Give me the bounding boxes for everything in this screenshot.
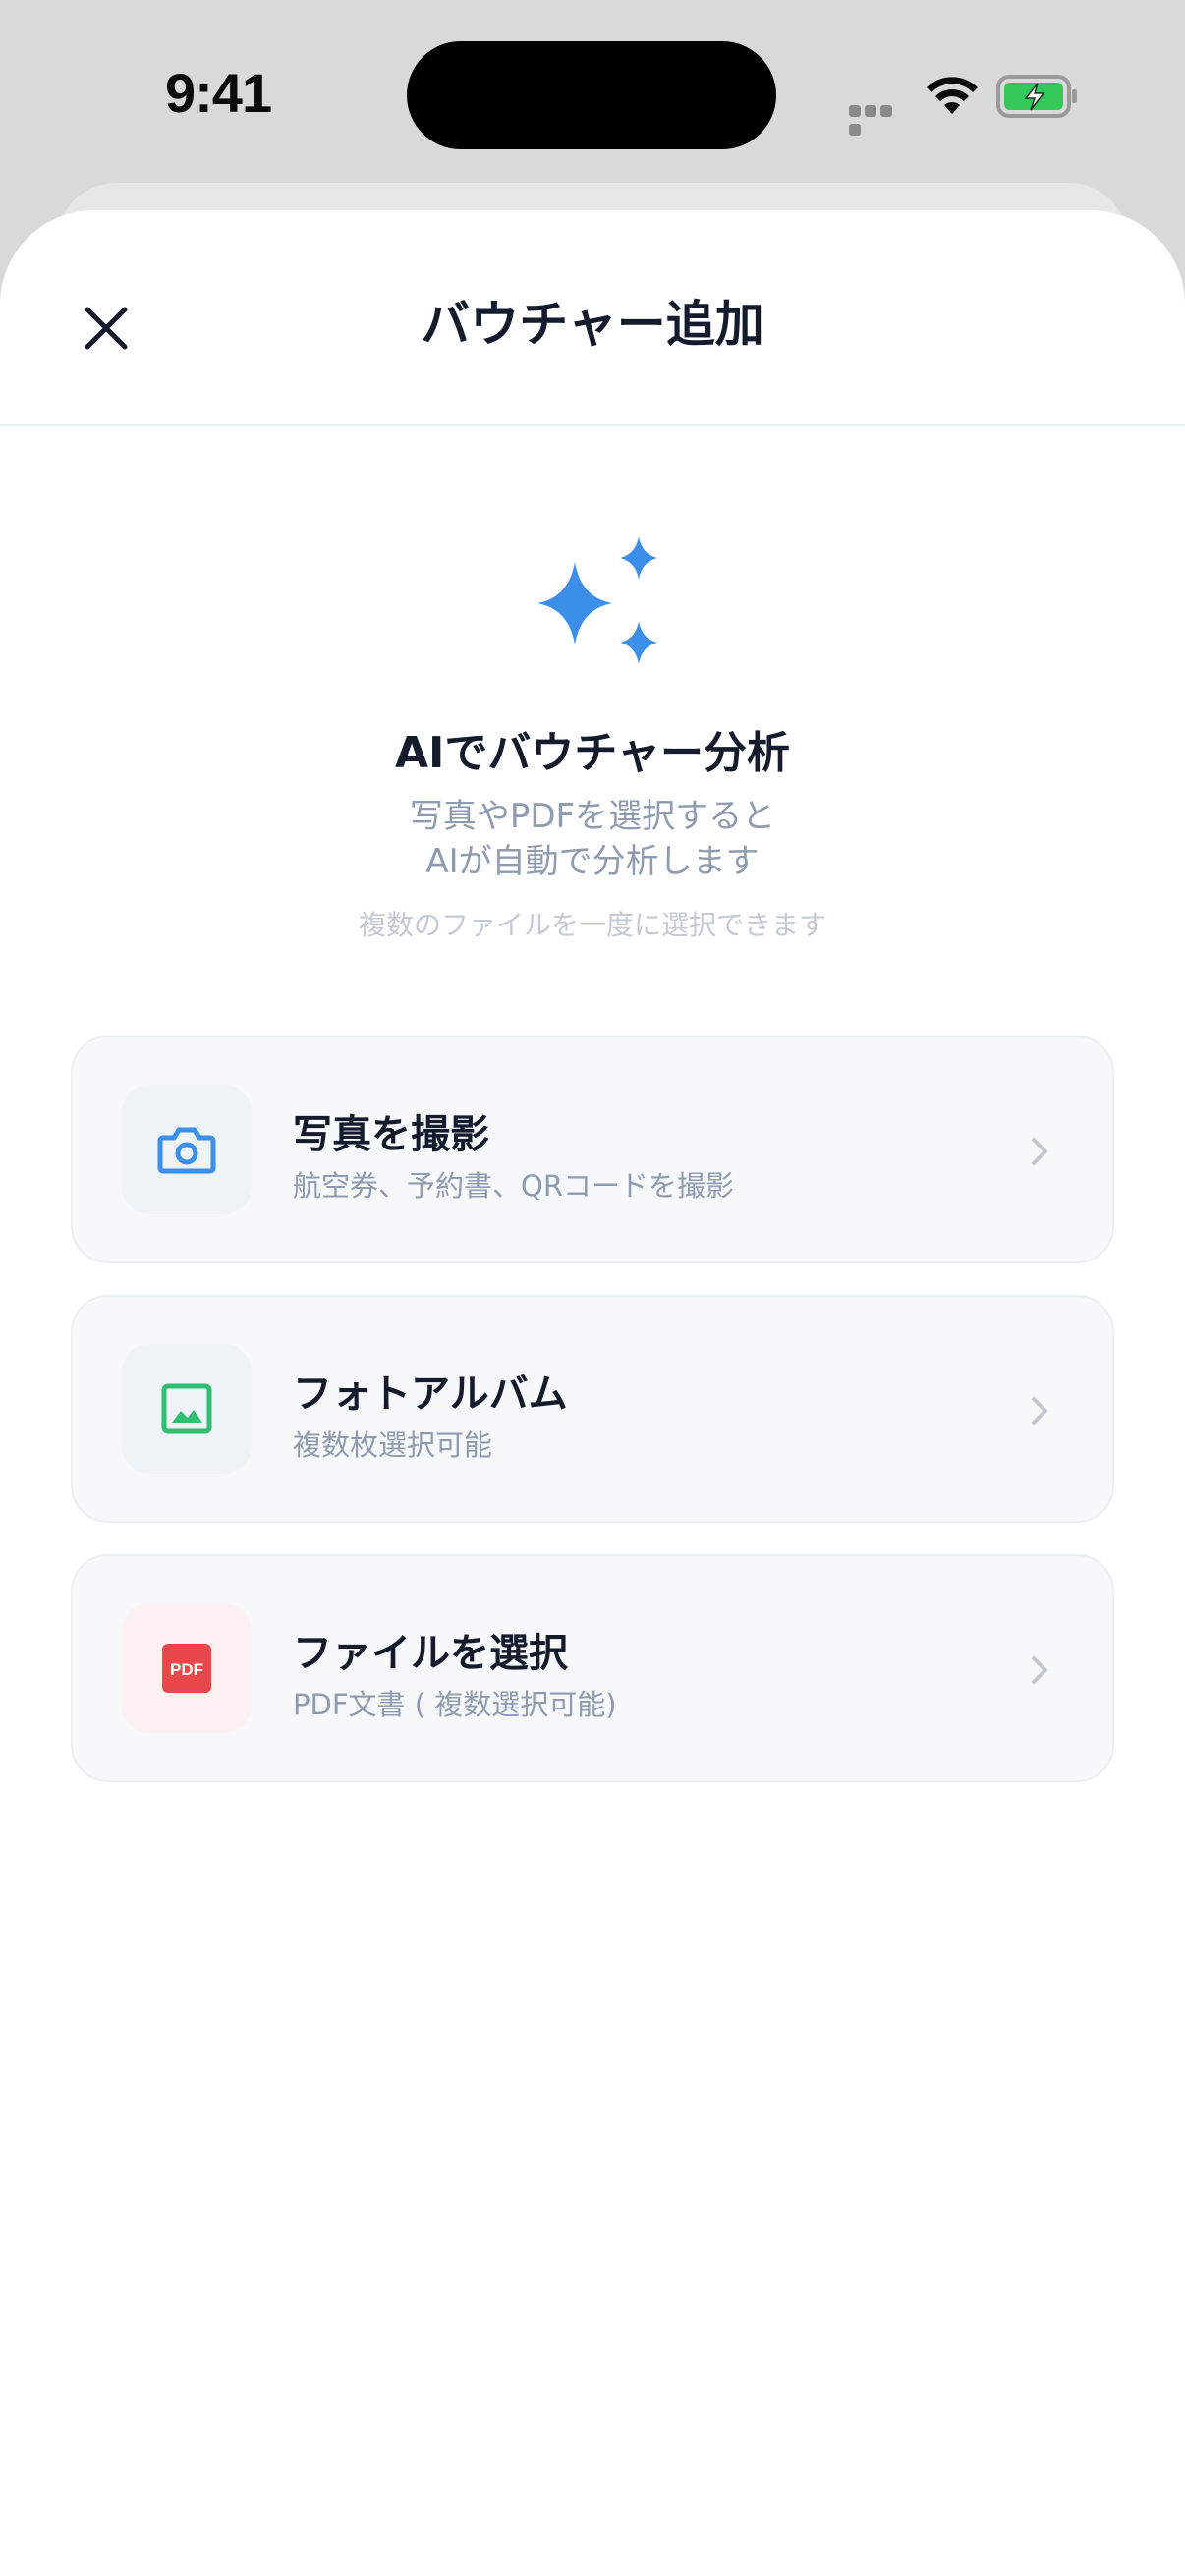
cellular-signal-icon (849, 102, 908, 136)
battery-icon (996, 75, 1077, 118)
option-title: フォトアルバム (293, 1372, 568, 1417)
pdf-icon: PDF (162, 1644, 211, 1693)
hero-title: AIでバウチャー分析 (395, 728, 790, 778)
option-icon-container (122, 1344, 252, 1474)
option-icon-container (122, 1085, 252, 1214)
hero-description: 写真やPDFを選択すると AIが自動で分析します (0, 794, 1185, 884)
hero-note: 複数のファイルを一度に選択できます (358, 909, 826, 941)
option-title: ファイルを選択 (293, 1631, 568, 1676)
sheet-header: バウチャー追加 (0, 210, 1185, 426)
option-subtitle: 複数枚選択可能 (293, 1428, 493, 1462)
hero-description-line2: AIが自動で分析します (425, 842, 760, 881)
wifi-icon (927, 77, 978, 114)
chevron-right-icon (1032, 1397, 1047, 1425)
camera-icon (157, 1127, 216, 1174)
status-time: 9:41 (165, 62, 272, 124)
page-title: バウチャー追加 (421, 296, 764, 353)
take-photo-option[interactable]: 写真を撮影 航空券、予約書、QRコードを撮影 (71, 1036, 1114, 1263)
option-title: 写真を撮影 (293, 1112, 489, 1157)
status-bar: 9:41 (0, 0, 1185, 183)
add-voucher-sheet: バウチャー追加 AIでバウチャー分析 写真やPDFを選択すると AIが自動で分析… (0, 210, 1185, 2576)
option-icon-container: PDF (122, 1603, 252, 1733)
photo-album-option[interactable]: フォトアルバム 複数枚選択可能 (71, 1295, 1114, 1523)
ai-analysis-hero: AIでバウチャー分析 写真やPDFを選択すると AIが自動で分析します 複数のフ… (0, 534, 1185, 943)
svg-text:PDF: PDF (170, 1660, 203, 1679)
chevron-right-icon (1032, 1656, 1047, 1684)
hero-description-line1: 写真やPDFを選択すると (409, 797, 776, 836)
sparkle-icon (537, 536, 657, 664)
image-icon (161, 1383, 212, 1434)
dynamic-island (407, 41, 776, 149)
option-subtitle: PDF文書 ( 複数選択可能) (293, 1688, 617, 1721)
option-subtitle: 航空券、予約書、QRコードを撮影 (293, 1169, 734, 1203)
upload-options: 写真を撮影 航空券、予約書、QRコードを撮影 フォトアルバム 複数枚選択可能 P… (71, 1036, 1114, 1814)
select-file-option[interactable]: PDF ファイルを選択 PDF文書 ( 複数選択可能) (71, 1554, 1114, 1782)
chevron-right-icon (1032, 1138, 1047, 1165)
